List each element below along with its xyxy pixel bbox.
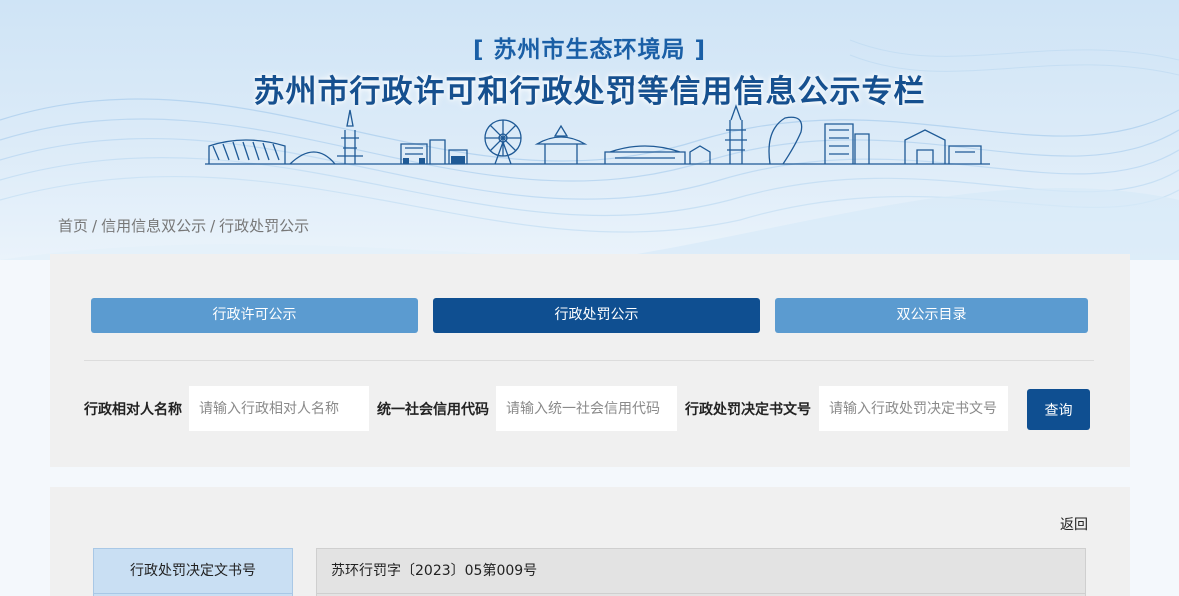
penalty-detail-section: 返回 行政处罚决定文书号 苏环行罚字〔2023〕05第009号 <box>50 487 1130 596</box>
department-subtitle: [ 苏州市生态环境局 ] <box>472 37 707 63</box>
credit-code-input[interactable] <box>496 386 677 431</box>
tab-administrative-license[interactable]: 行政许可公示 <box>91 298 418 333</box>
penalty-doc-number-input[interactable] <box>819 386 1008 431</box>
tab-administrative-penalty[interactable]: 行政处罚公示 <box>433 298 760 333</box>
tab-disclosure-catalog[interactable]: 双公示目录 <box>775 298 1088 333</box>
counterparty-name-input[interactable] <box>189 386 369 431</box>
back-link[interactable]: 返回 <box>1060 514 1088 534</box>
counterparty-name-label: 行政相对人名称 <box>84 402 182 418</box>
divider <box>84 360 1094 361</box>
search-button[interactable]: 查询 <box>1027 389 1090 430</box>
search-panel: 行政许可公示 行政处罚公示 双公示目录 行政相对人名称 统一社会信用代码 行政处… <box>50 254 1130 467</box>
page: [ 苏州市生态环境局 ] 苏州市行政许可和行政处罚等信用信息公示专栏 首页 / … <box>0 0 1179 596</box>
breadcrumb-separator: / <box>210 217 216 235</box>
penalty-doc-number-label: 行政处罚决定书文号 <box>685 402 811 418</box>
detail-field-label: 行政处罚决定文书号 <box>93 548 293 594</box>
detail-field-value: 苏环行罚字〔2023〕05第009号 <box>316 548 1086 594</box>
breadcrumb: 首页 / 信用信息双公示 / 行政处罚公示 <box>58 215 309 236</box>
breadcrumb-current-page: 行政处罚公示 <box>219 217 310 235</box>
breadcrumb-credit-disclosure-link[interactable]: 信用信息双公示 <box>101 217 206 235</box>
city-skyline-illustration <box>205 104 990 165</box>
breadcrumb-home-link[interactable]: 首页 <box>58 217 88 235</box>
breadcrumb-separator: / <box>92 217 98 235</box>
credit-code-label: 统一社会信用代码 <box>377 402 489 418</box>
